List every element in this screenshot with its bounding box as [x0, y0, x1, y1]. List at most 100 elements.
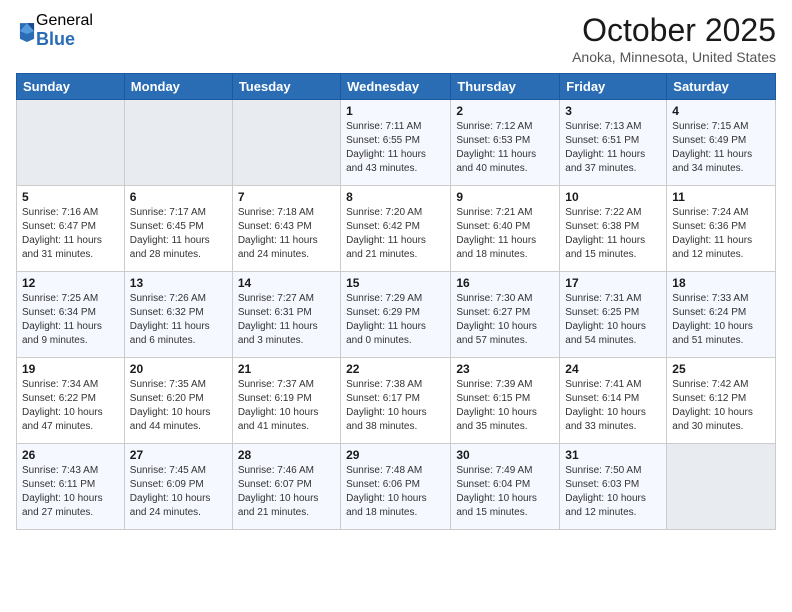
day-info: Sunrise: 7:33 AMSunset: 6:24 PMDaylight:…	[672, 292, 770, 348]
day-info: Sunrise: 7:20 AMSunset: 6:42 PMDaylight:…	[346, 206, 445, 262]
day-info: Sunrise: 7:46 AMSunset: 6:07 PMDaylight:…	[238, 464, 335, 520]
day-info: Sunrise: 7:30 AMSunset: 6:27 PMDaylight:…	[456, 292, 554, 348]
day-number: 20	[130, 362, 227, 376]
table-row: 11 Sunrise: 7:24 AMSunset: 6:36 PMDayligh…	[667, 186, 776, 272]
table-row: 23Sunrise: 7:39 AMSunset: 6:15 PMDayligh…	[451, 358, 560, 444]
day-number: 8	[346, 190, 445, 204]
table-row: 4 Sunrise: 7:15 AMSunset: 6:49 PMDaylight…	[667, 100, 776, 186]
day-info: Sunrise: 7:38 AMSunset: 6:17 PMDaylight:…	[346, 378, 445, 434]
day-info: Sunrise: 7:11 AMSunset: 6:55 PMDaylight:…	[346, 120, 445, 176]
table-row: 15Sunrise: 7:29 AMSunset: 6:29 PMDayligh…	[341, 272, 451, 358]
day-number: 2	[456, 104, 554, 118]
day-number: 30	[456, 448, 554, 462]
table-row	[17, 100, 125, 186]
calendar-table: Sunday Monday Tuesday Wednesday Thursday…	[16, 73, 776, 530]
table-row: 27 Sunrise: 7:45 AMSunset: 6:09 PMDayligh…	[124, 444, 232, 530]
day-number: 18	[672, 276, 770, 290]
table-row	[667, 444, 776, 530]
day-number: 10	[565, 190, 661, 204]
logo: General Blue	[16, 12, 93, 49]
day-info: Sunrise: 7:45 AMSunset: 6:09 PMDaylight:…	[130, 464, 227, 520]
day-info: Sunrise: 7:49 AMSunset: 6:04 PMDaylight:…	[456, 464, 554, 520]
day-info: Sunrise: 7:24 AMSunset: 6:36 PMDaylight:…	[672, 206, 770, 262]
day-number: 17	[565, 276, 661, 290]
table-row: 2 Sunrise: 7:12 AMSunset: 6:53 PMDaylight…	[451, 100, 560, 186]
table-row: 19 Sunrise: 7:34 AMSunset: 6:22 PMDayligh…	[17, 358, 125, 444]
table-row: 26 Sunrise: 7:43 AMSunset: 6:11 PMDayligh…	[17, 444, 125, 530]
calendar-week-row: 26 Sunrise: 7:43 AMSunset: 6:11 PMDayligh…	[17, 444, 776, 530]
day-info: Sunrise: 7:37 AMSunset: 6:19 PMDaylight:…	[238, 378, 335, 434]
day-info: Sunrise: 7:34 AMSunset: 6:22 PMDaylight:…	[22, 378, 119, 434]
day-number: 12	[22, 276, 119, 290]
logo-icon	[18, 20, 36, 42]
col-tuesday: Tuesday	[232, 74, 340, 100]
col-saturday: Saturday	[667, 74, 776, 100]
day-number: 31	[565, 448, 661, 462]
table-row: 25 Sunrise: 7:42 AMSunset: 6:12 PMDayligh…	[667, 358, 776, 444]
table-row: 29 Sunrise: 7:48 AMSunset: 6:06 PMDayligh…	[341, 444, 451, 530]
table-row: 6Sunrise: 7:17 AMSunset: 6:45 PMDaylight…	[124, 186, 232, 272]
day-number: 22	[346, 362, 445, 376]
calendar-week-row: 5Sunrise: 7:16 AMSunset: 6:47 PMDaylight…	[17, 186, 776, 272]
location: Anoka, Minnesota, United States	[572, 49, 776, 65]
day-info: Sunrise: 7:26 AMSunset: 6:32 PMDaylight:…	[130, 292, 227, 348]
day-number: 28	[238, 448, 335, 462]
table-row: 8 Sunrise: 7:20 AMSunset: 6:42 PMDaylight…	[341, 186, 451, 272]
day-info: Sunrise: 7:48 AMSunset: 6:06 PMDaylight:…	[346, 464, 445, 520]
day-number: 11	[672, 190, 770, 204]
calendar-week-row: 1 Sunrise: 7:11 AMSunset: 6:55 PMDaylight…	[17, 100, 776, 186]
day-info: Sunrise: 7:41 AMSunset: 6:14 PMDaylight:…	[565, 378, 661, 434]
table-row: 17 Sunrise: 7:31 AMSunset: 6:25 PMDayligh…	[560, 272, 667, 358]
page: General Blue October 2025 Anoka, Minneso…	[0, 0, 792, 612]
day-number: 13	[130, 276, 227, 290]
day-number: 3	[565, 104, 661, 118]
calendar-week-row: 12Sunrise: 7:25 AMSunset: 6:34 PMDayligh…	[17, 272, 776, 358]
day-info: Sunrise: 7:35 AMSunset: 6:20 PMDaylight:…	[130, 378, 227, 434]
day-number: 4	[672, 104, 770, 118]
table-row: 1 Sunrise: 7:11 AMSunset: 6:55 PMDaylight…	[341, 100, 451, 186]
logo-text: General Blue	[36, 12, 93, 49]
month-title: October 2025	[572, 12, 776, 49]
day-info: Sunrise: 7:43 AMSunset: 6:11 PMDaylight:…	[22, 464, 119, 520]
table-row: 28 Sunrise: 7:46 AMSunset: 6:07 PMDayligh…	[232, 444, 340, 530]
calendar-week-row: 19 Sunrise: 7:34 AMSunset: 6:22 PMDayligh…	[17, 358, 776, 444]
day-number: 21	[238, 362, 335, 376]
day-number: 26	[22, 448, 119, 462]
day-number: 27	[130, 448, 227, 462]
table-row: 14 Sunrise: 7:27 AMSunset: 6:31 PMDayligh…	[232, 272, 340, 358]
table-row: 3 Sunrise: 7:13 AMSunset: 6:51 PMDaylight…	[560, 100, 667, 186]
logo-general: General	[36, 12, 93, 30]
day-number: 9	[456, 190, 554, 204]
day-number: 19	[22, 362, 119, 376]
day-info: Sunrise: 7:27 AMSunset: 6:31 PMDaylight:…	[238, 292, 335, 348]
col-thursday: Thursday	[451, 74, 560, 100]
table-row: 12Sunrise: 7:25 AMSunset: 6:34 PMDayligh…	[17, 272, 125, 358]
day-info: Sunrise: 7:31 AMSunset: 6:25 PMDaylight:…	[565, 292, 661, 348]
day-number: 16	[456, 276, 554, 290]
table-row: 5Sunrise: 7:16 AMSunset: 6:47 PMDaylight…	[17, 186, 125, 272]
col-wednesday: Wednesday	[341, 74, 451, 100]
day-info: Sunrise: 7:15 AMSunset: 6:49 PMDaylight:…	[672, 120, 770, 176]
day-info: Sunrise: 7:42 AMSunset: 6:12 PMDaylight:…	[672, 378, 770, 434]
day-info: Sunrise: 7:16 AMSunset: 6:47 PMDaylight:…	[22, 206, 119, 262]
table-row: 20 Sunrise: 7:35 AMSunset: 6:20 PMDayligh…	[124, 358, 232, 444]
day-number: 29	[346, 448, 445, 462]
day-info: Sunrise: 7:18 AMSunset: 6:43 PMDaylight:…	[238, 206, 335, 262]
day-number: 6	[130, 190, 227, 204]
day-info: Sunrise: 7:12 AMSunset: 6:53 PMDaylight:…	[456, 120, 554, 176]
day-info: Sunrise: 7:13 AMSunset: 6:51 PMDaylight:…	[565, 120, 661, 176]
col-monday: Monday	[124, 74, 232, 100]
table-row: 7Sunrise: 7:18 AMSunset: 6:43 PMDaylight…	[232, 186, 340, 272]
header: General Blue October 2025 Anoka, Minneso…	[16, 12, 776, 65]
day-number: 15	[346, 276, 445, 290]
day-number: 14	[238, 276, 335, 290]
col-sunday: Sunday	[17, 74, 125, 100]
table-row	[124, 100, 232, 186]
day-info: Sunrise: 7:50 AMSunset: 6:03 PMDaylight:…	[565, 464, 661, 520]
calendar-header-row: Sunday Monday Tuesday Wednesday Thursday…	[17, 74, 776, 100]
day-number: 1	[346, 104, 445, 118]
day-info: Sunrise: 7:21 AMSunset: 6:40 PMDaylight:…	[456, 206, 554, 262]
table-row	[232, 100, 340, 186]
day-number: 25	[672, 362, 770, 376]
table-row: 31 Sunrise: 7:50 AMSunset: 6:03 PMDayligh…	[560, 444, 667, 530]
